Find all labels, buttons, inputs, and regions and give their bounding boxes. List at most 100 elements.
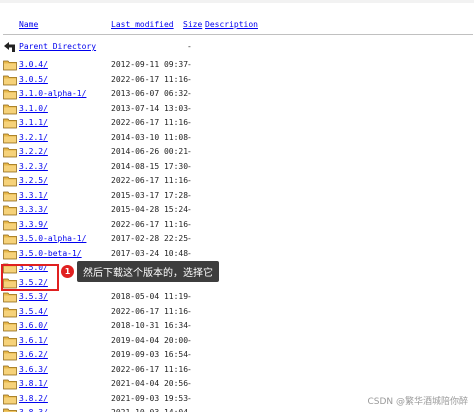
folder-icon (3, 132, 17, 144)
row-last-modified: 2022-06-17 11:16 (111, 118, 189, 127)
folder-icon (3, 393, 17, 405)
directory-row: 3.3.3/2015-04-28 15:24- (0, 203, 474, 217)
annotation-callout: 1 然后下载这个版本的，选择它 (61, 260, 219, 282)
row-size: - (187, 248, 192, 258)
row-last-modified: 2022-06-17 11:16 (111, 306, 189, 316)
directory-row: 3.0.4/2012-09-11 09:37- (0, 58, 474, 72)
directory-link[interactable]: 3.6.2/ (19, 350, 48, 360)
last-modified-column-header[interactable]: Last modified (111, 20, 174, 30)
folder-icon (3, 335, 17, 347)
directory-row: 3.5.0-alpha-1/2017-02-28 22:25- (0, 232, 474, 246)
row-last-modified: 2017-02-28 22:25 (111, 234, 189, 243)
top-border (0, 0, 474, 3)
directory-link[interactable]: 3.1.0-alpha-1/ (19, 89, 86, 99)
directory-link[interactable]: 3.5.0-beta-1/ (19, 249, 82, 259)
row-size: - (187, 147, 192, 156)
directory-link[interactable]: 3.2.1/ (19, 133, 48, 143)
row-size: - (187, 364, 192, 374)
row-last-modified: 2013-06-07 06:32 (111, 89, 189, 98)
back-arrow-icon (3, 41, 17, 53)
directory-row: 3.3.9/2022-06-17 11:16- (0, 218, 474, 232)
step-badge: 1 (61, 264, 74, 278)
folder-icon (3, 364, 17, 376)
folder-icon (3, 74, 17, 86)
size-column-header[interactable]: Size (183, 20, 202, 30)
row-size: - (187, 74, 192, 84)
row-last-modified: 2015-03-17 17:28 (111, 190, 189, 200)
row-last-modified: 2022-06-17 11:16 (111, 219, 189, 229)
row-last-modified: 2021-04-04 20:56 (111, 379, 189, 388)
row-last-modified: 2019-09-03 16:54 (111, 350, 189, 359)
folder-icon (3, 161, 17, 173)
directory-link[interactable]: 3.6.0/ (19, 321, 48, 331)
parent-directory-link[interactable]: Parent Directory (19, 42, 96, 52)
directory-link[interactable]: 3.3.1/ (19, 191, 48, 201)
directory-row: 3.2.2/2014-06-26 00:21- (0, 145, 474, 159)
row-size: - (187, 379, 192, 388)
row-last-modified: 2021-09-03 19:53 (111, 393, 189, 403)
row-size: - (187, 335, 192, 345)
directory-link[interactable]: 3.8.3/ (19, 408, 48, 412)
directory-row: 3.8.1/2021-04-04 20:56- (0, 377, 474, 391)
directory-row: 3.5.3/2018-05-04 11:19- (0, 290, 474, 304)
row-size: - (187, 292, 192, 301)
directory-link[interactable]: 3.2.3/ (19, 162, 48, 172)
directory-row: 3.1.0-alpha-1/2013-06-07 06:32- (0, 87, 474, 101)
directory-row: 3.5.0-beta-1/2017-03-24 10:48- (0, 247, 474, 261)
row-last-modified: 2022-06-17 11:16 (111, 74, 189, 84)
directory-link[interactable]: 3.0.4/ (19, 60, 48, 70)
folder-icon (3, 204, 17, 216)
directory-link[interactable]: 3.2.5/ (19, 176, 48, 186)
directory-row: 3.3.1/2015-03-17 17:28- (0, 189, 474, 203)
row-size: - (187, 234, 192, 243)
folder-icon (3, 233, 17, 245)
directory-link[interactable]: 3.6.1/ (19, 336, 48, 346)
directory-link[interactable]: 3.0.5/ (19, 75, 48, 85)
directory-row: 3.5.4/2022-06-17 11:16- (0, 305, 474, 319)
folder-icon (3, 103, 17, 115)
directory-row: 3.2.5/2022-06-17 11:16- (0, 174, 474, 188)
folder-icon (3, 146, 17, 158)
row-last-modified: 2019-04-04 20:00 (111, 335, 189, 345)
directory-row: 3.6.1/2019-04-04 20:00- (0, 334, 474, 348)
directory-link[interactable]: 3.5.3/ (19, 292, 48, 302)
directory-link[interactable]: 3.8.2/ (19, 394, 48, 404)
folder-icon (3, 59, 17, 71)
directory-link[interactable]: 3.5.0-alpha-1/ (19, 234, 86, 244)
directory-link[interactable]: 3.3.3/ (19, 205, 48, 215)
folder-icon (3, 306, 17, 318)
folder-icon (3, 88, 17, 100)
directory-link[interactable]: 3.8.1/ (19, 379, 48, 389)
name-column-header[interactable]: Name (19, 20, 38, 30)
row-size: - (187, 89, 192, 98)
directory-link[interactable]: 3.1.1/ (19, 118, 48, 128)
directory-link[interactable]: 3.1.0/ (19, 104, 48, 114)
directory-link[interactable]: 3.3.9/ (19, 220, 48, 230)
row-size: - (187, 190, 192, 200)
row-size: - (187, 408, 192, 412)
directory-row: 3.2.1/2014-03-10 11:08- (0, 131, 474, 145)
folder-icon (3, 219, 17, 231)
directory-row: 3.2.3/2014-08-15 17:30- (0, 160, 474, 174)
row-last-modified: 2017-03-24 10:48 (111, 248, 189, 258)
folder-icon (3, 407, 17, 412)
folder-icon (3, 175, 17, 187)
folder-icon (3, 291, 17, 303)
annotation-text: 然后下载这个版本的，选择它 (77, 260, 219, 282)
row-last-modified: 2013-07-14 13:03 (111, 103, 189, 113)
folder-icon (3, 117, 17, 129)
directory-row: 3.6.3/2022-06-17 11:16- (0, 363, 474, 377)
directory-link[interactable]: 3.6.3/ (19, 365, 48, 375)
folder-icon (3, 190, 17, 202)
highlight-box (1, 264, 59, 291)
row-last-modified: 2021-10-03 14:04 (111, 408, 188, 412)
row-last-modified: 2014-03-10 11:08 (111, 132, 189, 142)
parent-directory-row: Parent Directory - (0, 40, 474, 54)
row-last-modified: 2015-04-28 15:24 (111, 205, 189, 214)
row-size: - (187, 132, 192, 142)
description-column-header[interactable]: Description (205, 20, 258, 30)
directory-link[interactable]: 3.5.4/ (19, 307, 48, 317)
row-size: - (187, 176, 192, 185)
directory-link[interactable]: 3.2.2/ (19, 147, 48, 157)
row-last-modified: 2018-10-31 16:34 (111, 321, 189, 330)
